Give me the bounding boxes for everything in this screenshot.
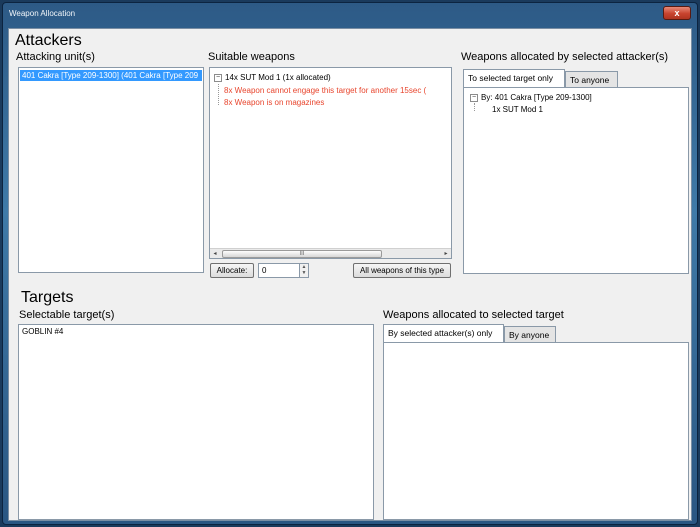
weapon-tree-child[interactable]: 8x Weapon is on magazines: [224, 98, 324, 107]
collapse-icon[interactable]: −: [470, 93, 478, 102]
horizontal-scrollbar[interactable]: ◂ III ▸: [210, 248, 451, 258]
target-item[interactable]: GOBLIN #4: [19, 325, 373, 338]
allocate-quantity-input[interactable]: 0: [258, 263, 300, 278]
collapse-icon[interactable]: −: [214, 73, 222, 82]
tree-connector: [474, 103, 475, 111]
tab-to-selected-target-only[interactable]: To selected target only: [463, 69, 565, 87]
scroll-left-icon[interactable]: ◂: [210, 249, 220, 258]
tree-connector: [218, 84, 219, 105]
allocated-tree-root[interactable]: − By: 401 Cakra [Type 209-1300]: [470, 93, 592, 102]
targets-section-title: Targets: [21, 289, 74, 306]
tab-by-selected-attackers-only[interactable]: By selected attacker(s) only: [383, 324, 504, 342]
tab-to-anyone[interactable]: To anyone: [565, 71, 618, 87]
allocated-to-target-tabs: By selected attacker(s) only By anyone: [383, 324, 683, 342]
selectable-targets-label: Selectable target(s): [19, 309, 115, 321]
weapon-tree-root[interactable]: −14x SUT Mod 1 (1x allocated): [214, 73, 331, 82]
window-title: Weapon Allocation: [9, 9, 76, 18]
weapon-tree-child[interactable]: 8x Weapon cannot engage this target for …: [224, 86, 426, 95]
allocate-button[interactable]: Allocate:: [210, 263, 254, 278]
allocated-tree-root-label: By: 401 Cakra [Type 209-1300]: [481, 93, 592, 102]
suitable-weapons-tree[interactable]: −14x SUT Mod 1 (1x allocated) 8x Weapon …: [209, 67, 452, 259]
scrollbar-thumb[interactable]: III: [222, 250, 382, 258]
attackers-section-title: Attackers: [15, 32, 82, 49]
allocated-by-attacker-tree[interactable]: − By: 401 Cakra [Type 209-1300] 1x SUT Mo…: [463, 87, 689, 274]
quantity-stepper[interactable]: ▲ ▼: [299, 263, 309, 278]
scroll-right-icon[interactable]: ▸: [441, 249, 451, 258]
weapon-tree-root-label: 14x SUT Mod 1 (1x allocated): [225, 73, 331, 82]
tab-by-anyone[interactable]: By anyone: [504, 326, 556, 342]
all-weapons-of-type-button[interactable]: All weapons of this type: [353, 263, 451, 278]
window-client-area: Attackers Attacking unit(s) 401 Cakra [T…: [8, 28, 692, 521]
allocated-by-attacker-label: Weapons allocated by selected attacker(s…: [461, 51, 669, 63]
allocated-by-attacker-tabs: To selected target only To anyone: [463, 69, 693, 87]
allocated-tree-child[interactable]: 1x SUT Mod 1: [492, 105, 543, 114]
selectable-targets-list[interactable]: GOBLIN #4: [18, 324, 374, 520]
attacking-unit-item[interactable]: 401 Cakra [Type 209-1300] (401 Cakra [Ty…: [20, 70, 202, 81]
attacking-units-list[interactable]: 401 Cakra [Type 209-1300] (401 Cakra [Ty…: [18, 67, 204, 273]
suitable-weapons-label: Suitable weapons: [208, 51, 295, 63]
close-button[interactable]: x: [663, 6, 691, 20]
weapon-allocation-window: Weapon Allocation x Attackers Attacking …: [2, 2, 698, 525]
allocated-to-target-panel[interactable]: [383, 342, 689, 520]
attacking-units-label: Attacking unit(s): [16, 51, 95, 63]
allocated-to-target-label: Weapons allocated to selected target: [383, 309, 564, 321]
